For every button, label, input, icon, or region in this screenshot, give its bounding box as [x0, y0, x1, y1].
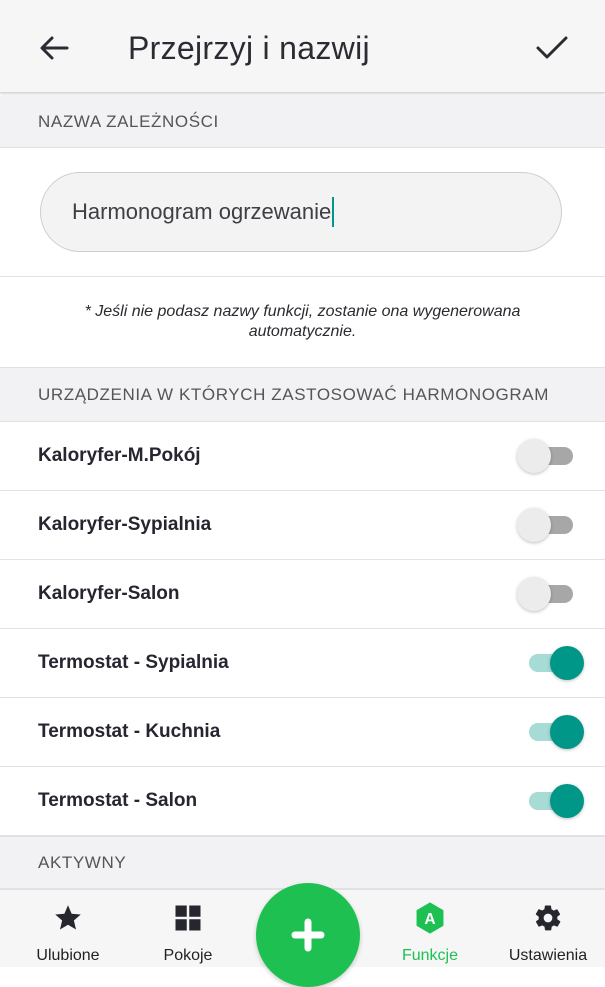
- name-input-value: Harmonogram ogrzewanie: [72, 199, 332, 224]
- dependency-name-input[interactable]: Harmonogram ogrzewanie: [40, 172, 562, 252]
- top-app-bar: Przejrzyj i nazwij: [0, 0, 605, 93]
- toggle-knob: [517, 577, 551, 611]
- device-label: Termostat - Salon: [38, 790, 198, 811]
- device-toggle[interactable]: [517, 712, 587, 752]
- device-row[interactable]: Termostat - Sypialnia: [0, 629, 605, 698]
- toggle-knob: [550, 646, 584, 680]
- toggle-knob: [517, 508, 551, 542]
- device-label: Termostat - Kuchnia: [38, 721, 221, 742]
- device-toggle[interactable]: [517, 643, 587, 683]
- device-row[interactable]: Termostat - Salon: [0, 767, 605, 836]
- nav-item-functions[interactable]: A Funkcje: [375, 890, 485, 967]
- device-label: Kaloryfer-M.Pokój: [38, 445, 201, 466]
- section-header-active: AKTYWNY: [0, 836, 605, 889]
- nav-item-settings[interactable]: Ustawienia: [493, 890, 603, 967]
- section-header-name: NAZWA ZALEŻNOŚCI: [0, 96, 605, 148]
- functions-hexagon-icon: A: [416, 902, 444, 934]
- nav-label-rooms: Pokoje: [163, 947, 213, 964]
- arrow-left-icon: [40, 36, 69, 60]
- auto-name-hint: * Jeśli nie podasz nazwy funkcji, zostan…: [84, 303, 521, 340]
- device-toggle[interactable]: [517, 505, 587, 545]
- nav-label-settings: Ustawienia: [508, 947, 588, 964]
- confirm-button[interactable]: [530, 28, 574, 68]
- nav-label-favorites: Ulubione: [36, 947, 100, 964]
- device-label: Termostat - Sypialnia: [38, 652, 229, 673]
- divider: [0, 276, 605, 277]
- device-toggle[interactable]: [517, 781, 587, 821]
- page-title: Przejrzyj i nazwij: [128, 30, 370, 66]
- toggle-knob: [517, 439, 551, 473]
- section-header-devices: URZĄDZENIA W KTÓRYCH ZASTOSOWAĆ HARMONOG…: [0, 367, 605, 422]
- device-row[interactable]: Kaloryfer-Sypialnia: [0, 491, 605, 560]
- grid-icon: [175, 905, 201, 931]
- device-label: Kaloryfer-Sypialnia: [38, 514, 212, 535]
- text-cursor: [332, 197, 335, 227]
- device-row[interactable]: Kaloryfer-M.Pokój: [0, 422, 605, 491]
- toggle-knob: [550, 784, 584, 818]
- nav-item-favorites[interactable]: Ulubione: [13, 890, 123, 967]
- add-fab-button[interactable]: [256, 883, 360, 987]
- star-icon: [55, 905, 81, 930]
- gear-icon: [535, 905, 561, 931]
- back-button[interactable]: [34, 28, 74, 68]
- device-row[interactable]: Kaloryfer-Salon: [0, 560, 605, 629]
- toggle-knob: [550, 715, 584, 749]
- device-row[interactable]: Termostat - Kuchnia: [0, 698, 605, 767]
- device-toggle[interactable]: [517, 574, 587, 614]
- device-toggle[interactable]: [517, 436, 587, 476]
- nav-label-functions: Funkcje: [401, 947, 459, 964]
- functions-icon-letter: A: [424, 911, 435, 928]
- plus-icon: [291, 918, 325, 952]
- check-icon: [536, 36, 568, 59]
- device-label: Kaloryfer-Salon: [38, 583, 180, 604]
- nav-item-rooms[interactable]: Pokoje: [133, 890, 243, 967]
